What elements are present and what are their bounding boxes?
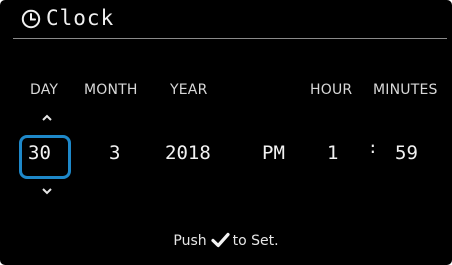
month-label: MONTH bbox=[84, 82, 138, 98]
ampm-value[interactable]: PM bbox=[262, 142, 285, 164]
footer-hint: Push to Set. bbox=[0, 232, 452, 249]
hour-label: HOUR bbox=[310, 82, 353, 98]
year-label: YEAR bbox=[170, 82, 208, 98]
clock-icon bbox=[21, 9, 41, 29]
month-value[interactable]: 3 bbox=[109, 142, 120, 164]
minutes-value[interactable]: 59 bbox=[395, 142, 418, 164]
footer-prefix: Push bbox=[173, 233, 207, 249]
minutes-label: MINUTES bbox=[373, 82, 438, 98]
clock-settings-screen: Clock DAY MONTH YEAR HOUR MINUTES 30 3 2… bbox=[0, 0, 452, 265]
year-value[interactable]: 2018 bbox=[165, 142, 211, 164]
chevron-up-icon[interactable] bbox=[42, 114, 52, 121]
check-icon bbox=[211, 232, 230, 248]
header: Clock bbox=[0, 0, 452, 40]
header-divider bbox=[13, 38, 447, 39]
hour-value[interactable]: 1 bbox=[327, 142, 338, 164]
day-label: DAY bbox=[30, 82, 59, 98]
time-separator: : bbox=[368, 138, 378, 157]
page-title: Clock bbox=[46, 6, 115, 30]
day-value[interactable]: 30 bbox=[28, 142, 51, 164]
chevron-down-icon[interactable] bbox=[42, 188, 52, 195]
footer-suffix: to Set. bbox=[232, 233, 279, 249]
